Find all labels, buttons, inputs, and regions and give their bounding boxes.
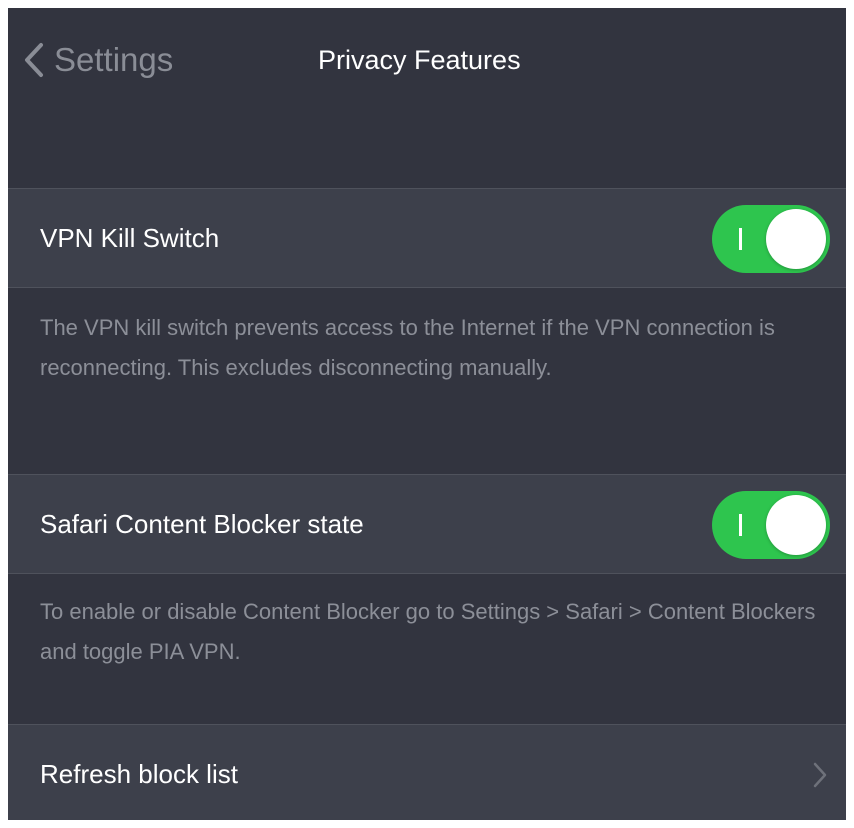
toggle-on-indicator-icon (739, 228, 742, 250)
toggle-knob (766, 209, 826, 269)
toggle-on-indicator-icon (739, 514, 742, 536)
vpn-kill-switch-label: VPN Kill Switch (40, 222, 220, 253)
chevron-left-icon (24, 42, 44, 78)
page-title: Privacy Features (318, 45, 521, 75)
vpn-kill-switch-toggle[interactable] (712, 205, 830, 273)
vpn-kill-switch-description: The VPN kill switch prevents access to t… (40, 315, 775, 380)
vpn-kill-switch-row: VPN Kill Switch (8, 188, 846, 288)
safari-content-blocker-row: Safari Content Blocker state (8, 474, 846, 574)
safari-content-blocker-description: To enable or disable Content Blocker go … (40, 599, 816, 664)
toggle-knob (766, 495, 826, 555)
refresh-block-list-label: Refresh block list (40, 758, 238, 789)
back-button-label: Settings (54, 41, 174, 78)
navigation-bar: Settings Privacy Features (8, 8, 846, 112)
refresh-block-list-row[interactable]: Refresh block list (8, 724, 846, 820)
safari-content-blocker-toggle[interactable] (712, 491, 830, 559)
back-button[interactable]: Settings (24, 38, 173, 82)
safari-content-blocker-label: Safari Content Blocker state (40, 508, 364, 539)
privacy-features-screen: Settings Privacy Features VPN Kill Switc… (8, 8, 846, 820)
chevron-right-icon (812, 761, 828, 794)
